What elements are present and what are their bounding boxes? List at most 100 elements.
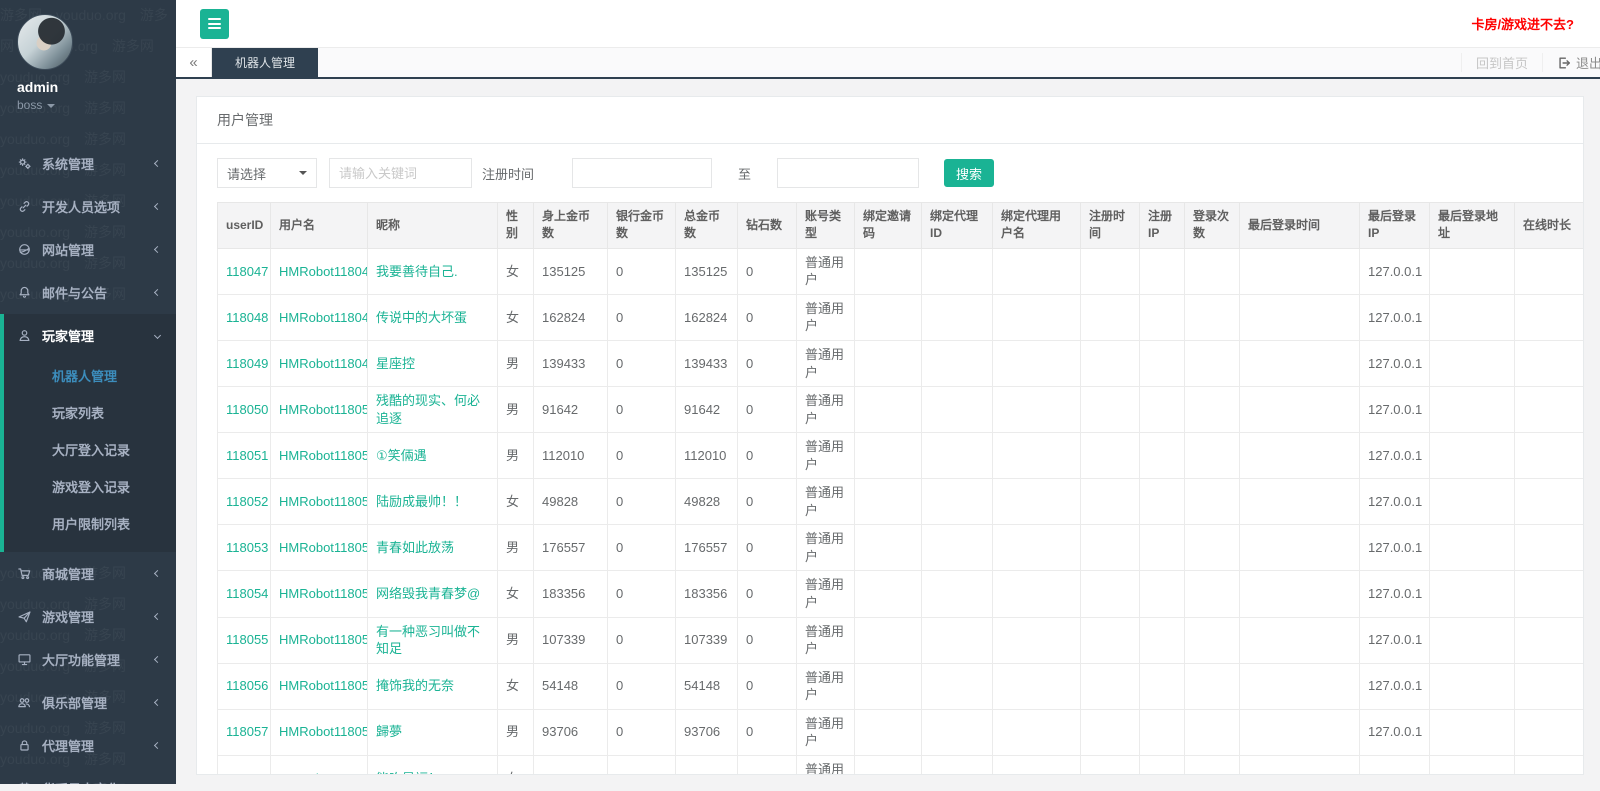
sidebar-item-mall-management[interactable]: 商城管理 [0, 552, 176, 595]
cell-link-userID[interactable]: 118047 [226, 264, 268, 279]
cell-link-nickname[interactable]: 陆励成最帅！！ [376, 494, 467, 509]
cell-link-nickname[interactable]: 我要善待自己. [376, 264, 458, 279]
search-button[interactable]: 搜索 [944, 159, 994, 187]
cell-register_time [1081, 340, 1140, 386]
cell-diamonds: 0 [738, 387, 797, 433]
hamburger-menu-button[interactable] [200, 9, 229, 39]
back-home-link[interactable]: 回到首页 [1461, 53, 1542, 72]
cell-link-userID[interactable]: 118052 [226, 494, 268, 509]
cell-link-username[interactable]: HMRobot118058 [279, 771, 368, 775]
cell-link-nickname[interactable]: ①笑倆遇 [376, 448, 427, 463]
cell-gender: 女 [498, 479, 534, 525]
cell-total_coins: 112010 [676, 433, 738, 479]
user-avatar[interactable] [17, 14, 73, 70]
cell-link-userID[interactable]: 118058 [226, 771, 268, 775]
sidebar-group-game-management: 游戏管理 [0, 595, 176, 638]
sidebar-item-currency-log-changes[interactable]: 货币日志变化 [0, 767, 176, 784]
column-header-online_duration: 在线时长 [1515, 203, 1585, 249]
sidebar-item-label: 游戏管理 [42, 607, 94, 626]
cell-link-nickname[interactable]: 掩饰我的无奈 [376, 678, 454, 693]
cell-agent_username [993, 525, 1081, 571]
cell-link-userID[interactable]: 118054 [226, 586, 268, 601]
tab-robot-management[interactable]: 机器人管理 [212, 48, 318, 77]
cell-link-username[interactable]: HMRobot118052 [279, 494, 368, 509]
sidebar-item-mail-announcements[interactable]: 邮件与公告 [0, 271, 176, 314]
cell-link-nickname[interactable]: 网络毁我青春梦@ [376, 586, 480, 601]
cell-link-nickname[interactable]: 有一种恶习叫做不知足 [376, 624, 480, 657]
sidebar-item-system-management[interactable]: 系统管理 [0, 142, 176, 185]
cell-link-userID[interactable]: 118055 [226, 632, 268, 647]
app-root: 游多网 youduo.org 游多网 youduo.org 游多网 youduo… [0, 0, 1600, 791]
sidebar-item-user-restriction-list[interactable]: 用户限制列表 [4, 505, 176, 542]
cell-link-username[interactable]: HMRobot118054 [279, 586, 368, 601]
sidebar-group-agent-management: 代理管理 [0, 724, 176, 767]
cell-userID: 118058 [218, 755, 271, 775]
user-role-dropdown[interactable]: boss [17, 98, 176, 112]
register-time-end-input[interactable] [777, 158, 919, 188]
keyword-input[interactable] [329, 158, 472, 188]
cart-icon [17, 566, 33, 581]
cell-link-username[interactable]: HMRobot118055 [279, 632, 368, 647]
sidebar-item-club-management[interactable]: 俱乐部管理 [0, 681, 176, 724]
register-time-label: 注册时间 [482, 164, 534, 183]
cell-last_login_time [1240, 755, 1360, 775]
cell-link-username[interactable]: HMRobot118047 [279, 264, 368, 279]
cell-link-nickname[interactable]: 星座控 [376, 356, 415, 371]
cell-agent_username [993, 571, 1081, 617]
help-alert-link[interactable]: 卡房/游戏进不去? [1471, 14, 1574, 33]
cell-link-userID[interactable]: 118057 [226, 724, 268, 739]
cell-link-nickname[interactable]: 残酷的现实、何必追逐 [376, 393, 480, 426]
cell-nickname: 陆励成最帅！！ [368, 479, 498, 525]
cell-login_count [1185, 617, 1240, 663]
sidebar-item-player-list[interactable]: 玩家列表 [4, 394, 176, 431]
cell-username: HMRobot118051 [271, 433, 368, 479]
column-header-last_login_ip: 最后登录IP [1360, 203, 1430, 249]
register-time-start-input[interactable] [572, 158, 712, 188]
sidebar-item-label: 俱乐部管理 [42, 693, 107, 712]
cell-link-username[interactable]: HMRobot118050 [279, 402, 368, 417]
sidebar-item-game-management[interactable]: 游戏管理 [0, 595, 176, 638]
cell-link-userID[interactable]: 118056 [226, 678, 268, 693]
cell-login_count [1185, 387, 1240, 433]
cell-username: HMRobot118056 [271, 663, 368, 709]
cell-link-nickname[interactable]: 青春如此放荡 [376, 540, 454, 555]
cell-link-username[interactable]: HMRobot118051 [279, 448, 368, 463]
logout-link[interactable]: 退出 [1542, 53, 1600, 72]
sidebar-item-robot-management[interactable]: 机器人管理 [4, 357, 176, 394]
sidebar-item-lobby-login-records[interactable]: 大厅登入记录 [4, 431, 176, 468]
cell-link-userID[interactable]: 118053 [226, 540, 268, 555]
filter-select[interactable]: 请选择 [217, 158, 317, 188]
cell-account_type: 普通用户 [797, 340, 855, 386]
cell-link-userID[interactable]: 118051 [226, 448, 268, 463]
cell-link-nickname[interactable]: 传说中的大坏蛋 [376, 310, 467, 325]
sidebar-item-agent-management[interactable]: 代理管理 [0, 724, 176, 767]
cell-link-userID[interactable]: 118048 [226, 310, 268, 325]
cell-link-username[interactable]: HMRobot118057 [279, 724, 368, 739]
cell-link-username[interactable]: HMRobot118049 [279, 356, 368, 371]
chevron-down-icon [155, 333, 160, 338]
gears-icon [17, 156, 33, 171]
cell-link-nickname[interactable]: 歸夢 [376, 724, 402, 739]
cell-gender: 女 [498, 663, 534, 709]
sidebar-item-game-login-records[interactable]: 游戏登入记录 [4, 468, 176, 505]
cell-total_coins: 183356 [676, 571, 738, 617]
cell-link-username[interactable]: HMRobot118048 [279, 310, 368, 325]
cell-gender: 男 [498, 340, 534, 386]
cell-last_login_ip: 127.0.0.1 [1360, 433, 1430, 479]
sidebar-item-developer-options[interactable]: 开发人员选项 [0, 185, 176, 228]
cell-link-userID[interactable]: 118050 [226, 402, 268, 417]
cell-link-username[interactable]: HMRobot118056 [279, 678, 368, 693]
cell-link-username[interactable]: HMRobot118053 [279, 540, 368, 555]
cell-last_login_time [1240, 525, 1360, 571]
cell-bank_coins: 0 [608, 387, 676, 433]
cell-account_type: 普通用户 [797, 755, 855, 775]
sidebar-item-website-management[interactable]: 网站管理 [0, 228, 176, 271]
cell-username: HMRobot118049 [271, 340, 368, 386]
sidebar-item-player-management[interactable]: 玩家管理 [4, 314, 176, 357]
column-header-login_count: 登录次数 [1185, 203, 1240, 249]
sidebar-item-lobby-function-management[interactable]: 大厅功能管理 [0, 638, 176, 681]
cell-link-nickname[interactable]: 能吃是福！ [376, 771, 441, 775]
cell-link-userID[interactable]: 118049 [226, 356, 268, 371]
collapse-tabs-button[interactable]: « [176, 48, 212, 77]
cell-bank_coins: 0 [608, 755, 676, 775]
